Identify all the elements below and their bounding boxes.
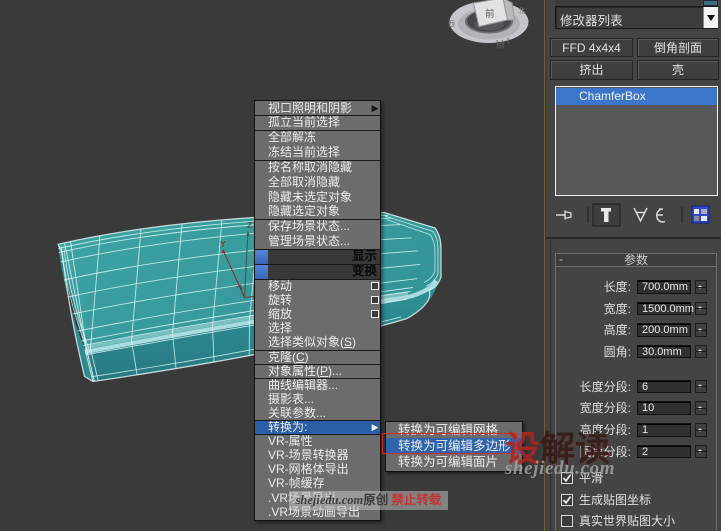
svg-text:北: 北 [518, 7, 525, 15]
svg-text:前: 前 [485, 8, 495, 20]
svg-text:西: 西 [448, 20, 455, 28]
svg-text:Z: Z [247, 220, 252, 230]
svg-text:Y: Y [220, 239, 226, 249]
